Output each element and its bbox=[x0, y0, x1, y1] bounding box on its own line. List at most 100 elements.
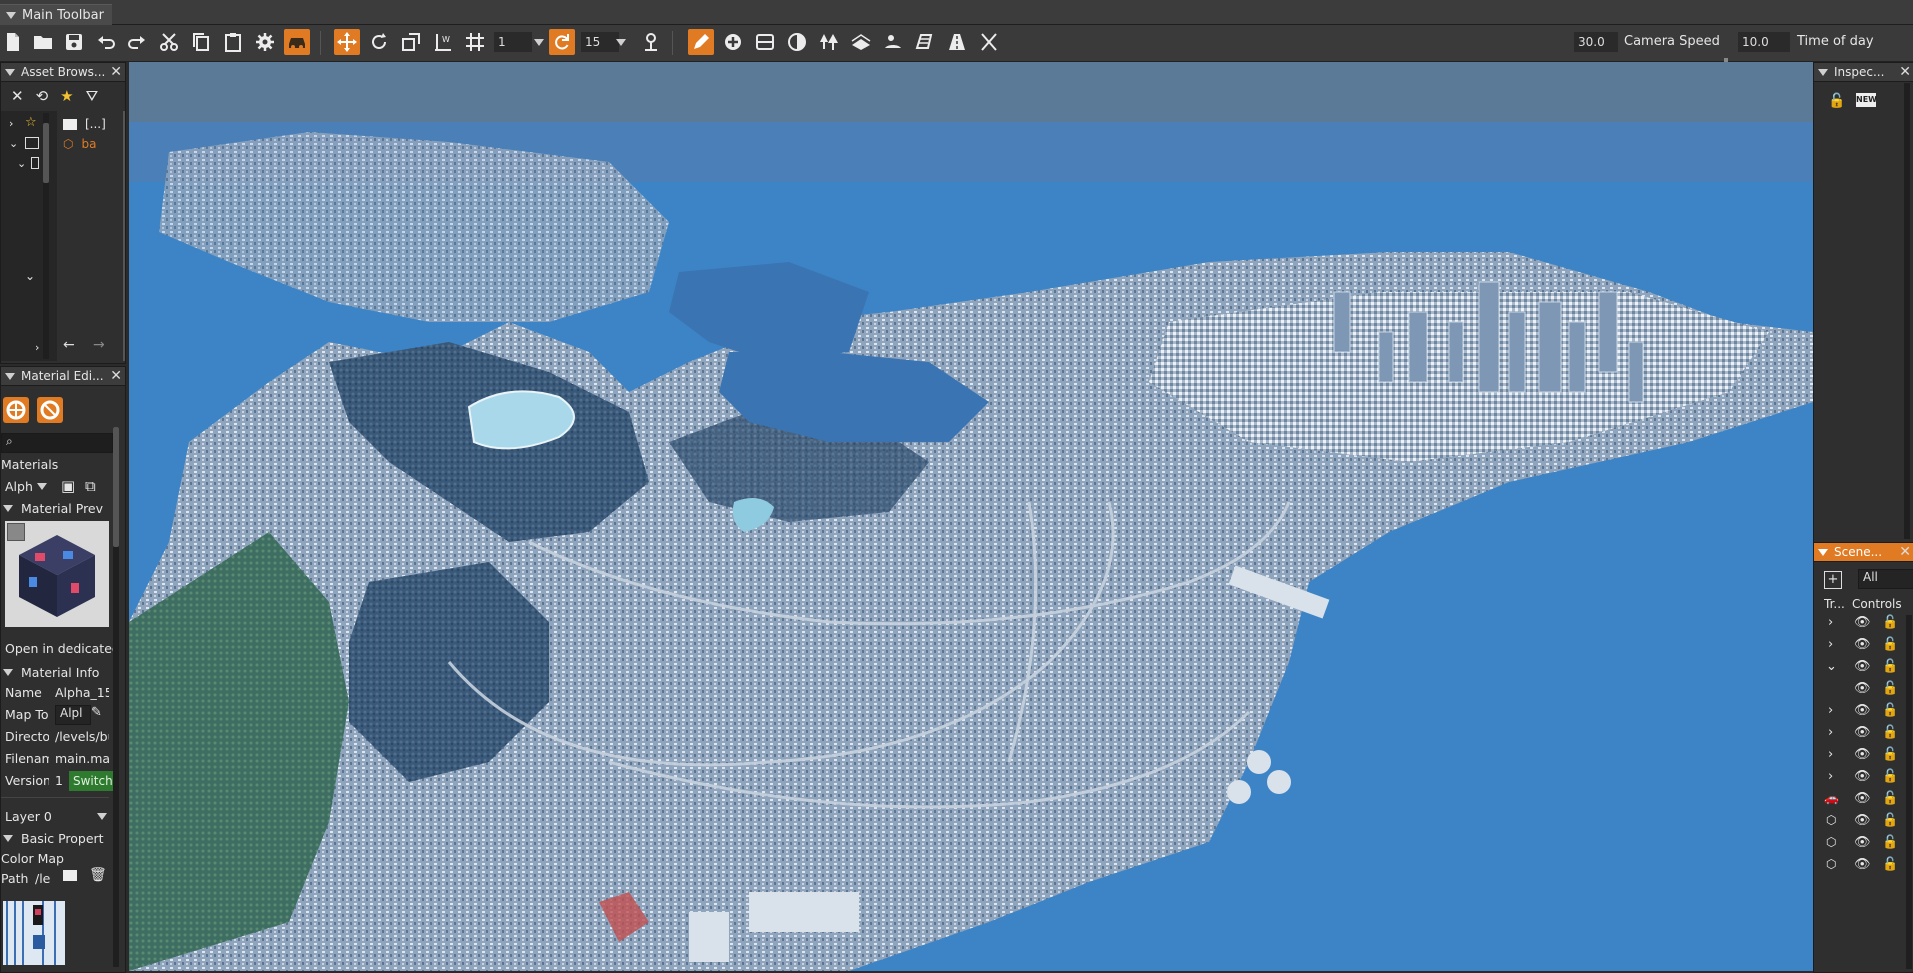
chevron-down-icon[interactable]: ⌄ bbox=[17, 157, 26, 170]
camera-speed-field[interactable]: 30.0 bbox=[1574, 32, 1618, 52]
scene-row[interactable]: ⬡ 👁 🔓 bbox=[1814, 835, 1913, 853]
pencil-icon[interactable] bbox=[688, 29, 714, 55]
scene-tree-scrollbar[interactable] bbox=[1906, 615, 1912, 969]
eye-icon[interactable]: 👁 bbox=[1854, 857, 1871, 872]
scene-viewport[interactable] bbox=[129, 62, 1813, 971]
lock-icon[interactable]: 🔓 bbox=[1882, 725, 1898, 740]
eye-icon[interactable]: 👁 bbox=[1854, 813, 1871, 828]
copy-icon[interactable] bbox=[188, 29, 214, 55]
clear-icon[interactable]: ✕ bbox=[11, 87, 24, 105]
open-in-dedicated-link[interactable]: Open in dedicated bbox=[5, 641, 120, 656]
lock-icon[interactable]: 🔓 bbox=[1882, 615, 1898, 630]
eye-icon[interactable]: 👁 bbox=[1854, 747, 1871, 762]
lock-icon[interactable]: 🔓 bbox=[1828, 93, 1845, 109]
redo-icon[interactable] bbox=[124, 29, 150, 55]
scene-row[interactable]: › 👁 🔓 bbox=[1814, 703, 1913, 721]
eye-icon[interactable]: 👁 bbox=[1854, 703, 1871, 718]
collapse-triangle-icon[interactable] bbox=[1818, 548, 1828, 556]
decal-icon[interactable] bbox=[784, 29, 810, 55]
lock-icon[interactable]: 🔓 bbox=[1882, 835, 1898, 850]
save-icon[interactable]: ▣ bbox=[61, 477, 75, 495]
new-badge-icon[interactable]: NEW bbox=[1856, 93, 1877, 107]
folder-icon[interactable] bbox=[25, 137, 39, 149]
chevron-right-icon[interactable]: › bbox=[1828, 637, 1833, 652]
compass-icon[interactable] bbox=[976, 29, 1002, 55]
close-icon[interactable]: ✕ bbox=[1899, 64, 1911, 80]
material-search-input[interactable]: ⌕ bbox=[1, 433, 113, 453]
asset-tree-scrollbar[interactable] bbox=[43, 113, 49, 359]
material-editor-scrollbar[interactable] bbox=[113, 427, 119, 967]
eye-icon[interactable]: 👁 bbox=[1854, 835, 1871, 850]
forward-arrow-icon[interactable]: → bbox=[93, 337, 105, 353]
scene-filter-input[interactable]: All bbox=[1858, 569, 1913, 589]
material-lib-icon[interactable] bbox=[37, 397, 63, 423]
folder-icon[interactable] bbox=[63, 870, 77, 881]
asset-item-parent[interactable]: [...] bbox=[63, 115, 125, 133]
back-arrow-icon[interactable]: ← bbox=[63, 337, 75, 353]
main-toolbar-tab[interactable]: Main Toolbar bbox=[0, 4, 112, 25]
chevron-right-icon[interactable]: › bbox=[1828, 747, 1833, 762]
scale-icon[interactable] bbox=[398, 29, 424, 55]
open-folder-icon[interactable] bbox=[30, 29, 56, 55]
favorites-star-icon[interactable]: ★ bbox=[60, 87, 73, 105]
scene-row[interactable]: › 👁 🔓 bbox=[1814, 747, 1913, 765]
scene-row[interactable]: ⬡ 👁 🔓 bbox=[1814, 857, 1913, 875]
chevron-down-icon[interactable]: ⌄ bbox=[1826, 659, 1837, 674]
collapse-triangle-icon[interactable] bbox=[5, 68, 15, 76]
grid-icon[interactable] bbox=[462, 29, 488, 55]
layer-select[interactable]: Layer 0 bbox=[5, 807, 107, 825]
collapse-triangle-icon[interactable] bbox=[6, 11, 16, 19]
chevron-right-icon[interactable]: › bbox=[1828, 615, 1833, 630]
inspector-scrollbar[interactable] bbox=[1904, 83, 1910, 539]
lock-icon[interactable]: 🔓 bbox=[1882, 659, 1898, 674]
settings-gear-icon[interactable] bbox=[252, 29, 278, 55]
material-preview[interactable] bbox=[5, 521, 109, 627]
color-map-thumbnail[interactable] bbox=[3, 901, 65, 965]
scene-row[interactable]: ⌄ 👁 🔓 bbox=[1814, 659, 1913, 677]
new-file-icon[interactable] bbox=[0, 29, 26, 55]
chevron-down-icon[interactable] bbox=[608, 29, 634, 55]
star-outline-icon[interactable]: ☆ bbox=[25, 115, 37, 130]
scene-row[interactable]: 🚗 👁 🔓 bbox=[1814, 791, 1913, 809]
close-icon[interactable]: ✕ bbox=[110, 368, 122, 384]
eye-icon[interactable]: 👁 bbox=[1854, 769, 1871, 784]
scene-row[interactable]: › 👁 🔓 bbox=[1814, 615, 1913, 633]
scene-row[interactable]: › 👁 🔓 bbox=[1814, 637, 1913, 655]
chevron-right-icon[interactable]: › bbox=[1828, 769, 1833, 784]
save-all-icon[interactable]: ⧉ bbox=[85, 477, 96, 495]
lock-icon[interactable]: 🔓 bbox=[1882, 747, 1898, 762]
lock-icon[interactable]: 🔓 bbox=[1882, 857, 1898, 872]
lock-icon[interactable]: 🔓 bbox=[1882, 637, 1898, 652]
eye-icon[interactable]: 👁 bbox=[1854, 681, 1871, 696]
road-icon[interactable] bbox=[752, 29, 778, 55]
move-icon[interactable] bbox=[334, 29, 360, 55]
pencil-icon[interactable]: ✎ bbox=[91, 705, 102, 720]
scene-row[interactable]: › 👁 🔓 bbox=[1814, 725, 1913, 743]
cut-icon[interactable] bbox=[156, 29, 182, 55]
material-select[interactable]: Alph bbox=[5, 477, 51, 495]
add-material-icon[interactable] bbox=[3, 397, 29, 423]
paste-icon[interactable] bbox=[220, 29, 246, 55]
river-icon[interactable] bbox=[880, 29, 906, 55]
scene-row[interactable]: 👁 🔓 bbox=[1814, 681, 1913, 699]
material-info-header[interactable]: Material Info bbox=[3, 663, 99, 681]
folder-icon[interactable] bbox=[31, 157, 39, 169]
rotate-icon[interactable] bbox=[366, 29, 392, 55]
collapse-triangle-icon[interactable] bbox=[1818, 68, 1828, 76]
rotate-snap-icon[interactable] bbox=[549, 29, 575, 55]
pin-icon[interactable] bbox=[638, 29, 664, 55]
chevron-down-icon[interactable]: ⌄ bbox=[9, 137, 18, 150]
lock-icon[interactable]: 🔓 bbox=[1882, 791, 1898, 806]
close-icon[interactable]: ✕ bbox=[110, 64, 122, 80]
chevron-right-icon[interactable]: › bbox=[35, 341, 39, 354]
add-group-icon[interactable]: + bbox=[1824, 571, 1842, 589]
terrain-paint-icon[interactable] bbox=[848, 29, 874, 55]
chevron-right-icon[interactable]: › bbox=[1828, 703, 1833, 718]
close-icon[interactable]: ✕ bbox=[1899, 544, 1911, 560]
undo-icon[interactable] bbox=[93, 29, 119, 55]
asset-item-file[interactable]: ⬡ ba bbox=[63, 135, 125, 153]
vehicle-icon[interactable] bbox=[284, 29, 310, 55]
mesh-road-icon[interactable] bbox=[912, 29, 938, 55]
filter-icon[interactable]: ⛛ bbox=[86, 87, 99, 105]
basic-properties-header[interactable]: Basic Propert bbox=[3, 829, 104, 847]
